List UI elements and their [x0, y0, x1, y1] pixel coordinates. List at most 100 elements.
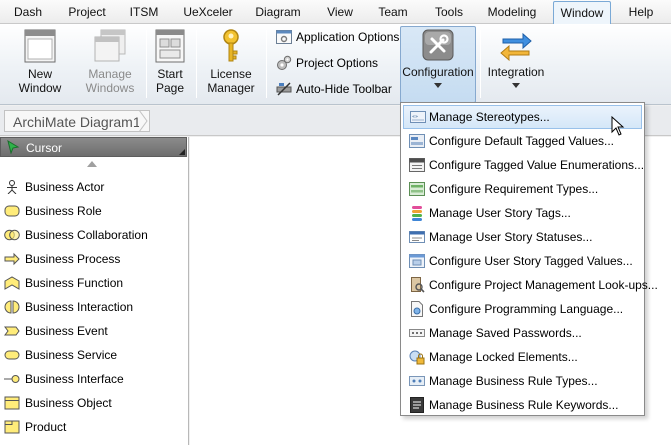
menu-item-label: Manage Business Rule Types... — [429, 374, 598, 388]
palette-item-label: Product — [25, 420, 67, 434]
manage-windows-label-2: Windows — [85, 81, 135, 95]
palette-item-label: Business Process — [25, 252, 121, 266]
menu-modeling[interactable]: Modeling — [484, 0, 540, 24]
business-event-icon — [4, 326, 20, 336]
palette-scroll-up-button[interactable] — [87, 161, 97, 167]
cursor-arrow-icon — [7, 140, 20, 154]
palette-item-business-collaboration[interactable]: Business Collaboration — [0, 223, 188, 247]
menu-uexceler[interactable]: UeXceler — [178, 0, 238, 24]
menu-item-label: Manage Stereotypes... — [429, 110, 550, 124]
menu-dash[interactable]: Dash — [6, 0, 50, 24]
menu-item-label: Manage User Story Statuses... — [429, 230, 593, 244]
menu-item-label: Configure Default Tagged Values... — [429, 134, 615, 148]
menu-item-configure-default-tagged-values[interactable]: Configure Default Tagged Values... — [403, 129, 642, 153]
menu-item-configure-requirement-types[interactable]: Configure Requirement Types... — [403, 177, 642, 201]
breadcrumb-separator-icon — [139, 110, 148, 132]
menu-project[interactable]: Project — [62, 0, 112, 24]
stereotype-icon: «» — [410, 111, 426, 123]
palette-item-business-object[interactable]: Business Object — [0, 391, 188, 415]
ribbon-divider — [196, 30, 197, 98]
configuration-button[interactable]: Configuration — [400, 26, 476, 103]
menu-item-label: Manage Business Rule Keywords... — [429, 398, 619, 412]
menu-item-label: Configure Programming Language... — [429, 302, 624, 316]
user-story-statuses-icon — [409, 231, 425, 243]
menu-team[interactable]: Team — [374, 0, 412, 24]
palette-item-label: Business Interaction — [25, 300, 134, 314]
windows-icon — [94, 29, 126, 62]
breadcrumb-diagram[interactable]: ArchiMate Diagram1 — [4, 110, 150, 132]
tools-icon — [422, 29, 454, 61]
menu-help[interactable]: Help — [622, 0, 660, 24]
menu-item-configure-programming-language[interactable]: Configure Programming Language... — [403, 297, 642, 321]
menu-item-configure-tagged-value-enumerations[interactable]: Configure Tagged Value Enumerations... — [403, 153, 645, 177]
start-page-label-2: Page — [155, 81, 185, 95]
start-page-button[interactable]: Start Page — [150, 27, 190, 101]
license-manager-button[interactable]: License Manager — [203, 27, 259, 101]
new-window-button[interactable]: New Window — [10, 27, 70, 101]
business-rule-keywords-icon — [410, 397, 424, 413]
palette-item-business-role[interactable]: Business Role — [0, 199, 188, 223]
palette-item-business-function[interactable]: Business Function — [0, 271, 188, 295]
menu-item-configure-project-management-lookups[interactable]: Configure Project Management Look-ups... — [403, 273, 658, 297]
license-manager-label-2: Manager — [207, 81, 255, 95]
menu-window[interactable]: Window — [553, 1, 611, 25]
menu-item-manage-business-rule-types[interactable]: Manage Business Rule Types... — [403, 369, 642, 393]
auto-hide-toolbar-button[interactable]: Auto-Hide Toolbar — [276, 78, 396, 100]
menu-item-configure-user-story-tagged-values[interactable]: Configure User Story Tagged Values... — [403, 249, 642, 273]
manage-windows-label-1: Manage — [88, 67, 132, 81]
palette-item-label: Business Function — [25, 276, 124, 290]
ribbon-divider — [146, 30, 147, 98]
palette-item-label: Business Service — [25, 348, 118, 362]
programming-language-icon — [411, 301, 423, 317]
product-icon — [4, 420, 20, 434]
menu-item-manage-user-story-tags[interactable]: Manage User Story Tags... — [403, 201, 642, 225]
chevron-down-icon — [434, 83, 442, 88]
menu-tools[interactable]: Tools — [430, 0, 468, 24]
project-options-button[interactable]: Project Options — [276, 52, 396, 74]
menu-item-manage-user-story-statuses[interactable]: Manage User Story Statuses... — [403, 225, 642, 249]
palette-item-label: Business Role — [25, 204, 102, 218]
palette-cursor-tool[interactable]: Cursor — [0, 137, 187, 157]
user-story-tagged-values-icon — [409, 254, 425, 268]
password-icon — [409, 329, 425, 337]
key-icon — [223, 29, 239, 62]
ribbon-divider — [266, 30, 267, 98]
menu-item-manage-locked-elements[interactable]: Manage Locked Elements... — [403, 345, 642, 369]
menu-item-label: Configure Project Management Look-ups... — [429, 278, 658, 292]
mouse-pointer-icon — [611, 116, 625, 136]
menu-diagram[interactable]: Diagram — [252, 0, 304, 24]
palette-item-product[interactable]: Product — [0, 415, 188, 439]
auto-hide-toolbar-icon — [276, 82, 292, 96]
diagram-palette: Cursor Business Actor Business Role Busi… — [0, 137, 189, 445]
palette-item-label: Business Object — [25, 396, 112, 410]
project-options-icon — [277, 55, 292, 70]
palette-item-business-actor[interactable]: Business Actor — [0, 175, 188, 199]
palette-item-business-process[interactable]: Business Process — [0, 247, 188, 271]
menu-item-label: Configure Tagged Value Enumerations... — [429, 158, 645, 172]
business-interface-icon — [4, 375, 20, 383]
business-collaboration-icon — [4, 229, 20, 241]
window-icon — [24, 29, 56, 63]
palette-item-business-interaction[interactable]: Business Interaction — [0, 295, 188, 319]
menu-item-manage-saved-passwords[interactable]: Manage Saved Passwords... — [403, 321, 642, 345]
menu-item-manage-stereotypes[interactable]: «» Manage Stereotypes... — [403, 105, 642, 129]
palette-item-business-interface[interactable]: Business Interface — [0, 367, 188, 391]
svg-text:«»: «» — [412, 114, 418, 120]
configuration-dropdown-menu: «» Manage Stereotypes... Configure Defau… — [400, 102, 658, 417]
application-options-icon — [276, 30, 292, 44]
menu-item-label: Configure Requirement Types... — [429, 182, 599, 196]
new-window-label-2: Window — [18, 81, 62, 95]
business-process-icon — [4, 252, 20, 266]
manage-windows-button[interactable]: Manage Windows — [80, 27, 140, 101]
user-story-tags-icon — [412, 206, 422, 221]
palette-item-label: Business Collaboration — [25, 228, 148, 242]
integration-button[interactable]: Integration — [484, 27, 548, 101]
requirement-types-icon — [409, 182, 425, 196]
palette-item-business-event[interactable]: Business Event — [0, 319, 188, 343]
application-options-button[interactable]: Application Options — [276, 26, 399, 48]
palette-item-business-service[interactable]: Business Service — [0, 343, 188, 367]
menu-view[interactable]: View — [322, 0, 358, 24]
menu-item-manage-business-rule-keywords[interactable]: Manage Business Rule Keywords... — [403, 393, 642, 417]
tagged-values-icon — [409, 134, 425, 148]
menu-itsm[interactable]: ITSM — [126, 0, 162, 24]
